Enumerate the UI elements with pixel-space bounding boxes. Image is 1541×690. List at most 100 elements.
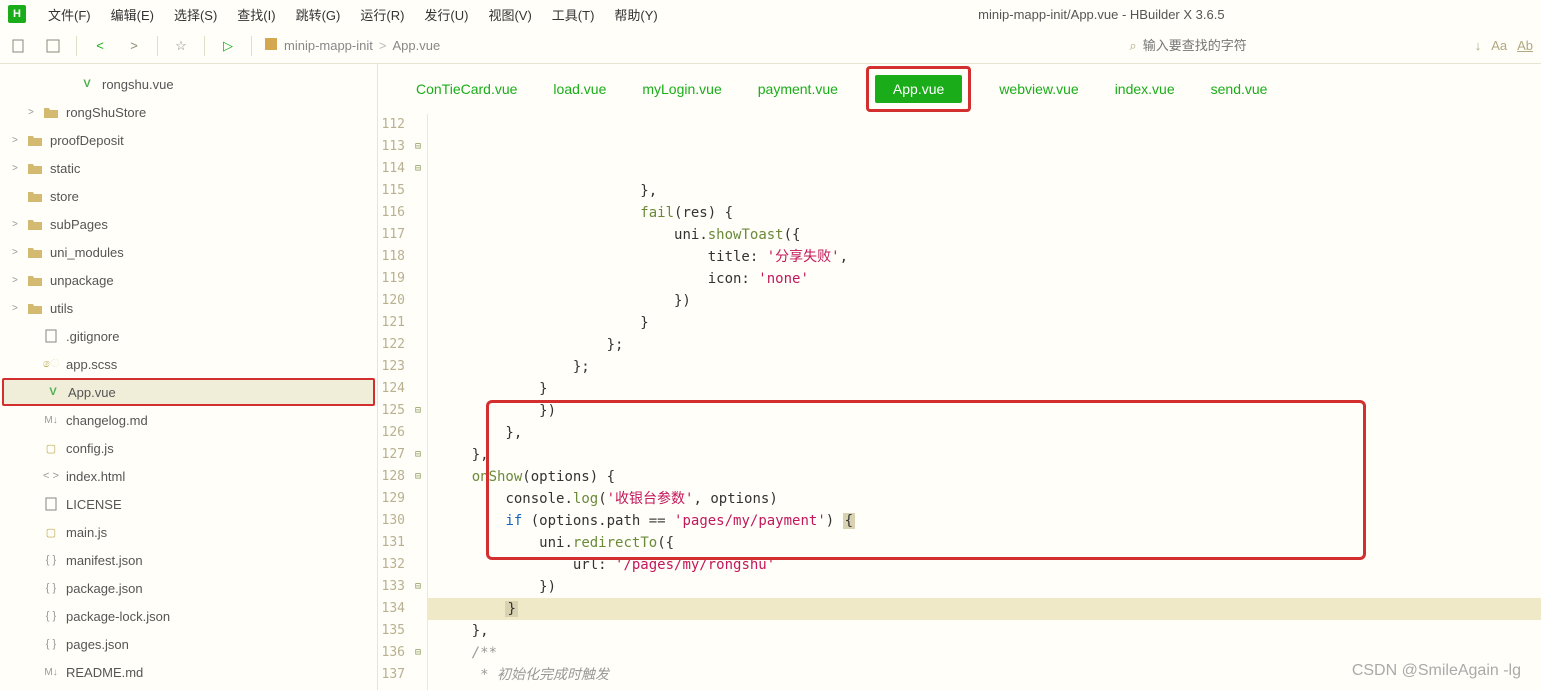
tree-file[interactable]: M↓README.md [0, 658, 377, 686]
expand-arrow-icon[interactable]: > [12, 247, 26, 258]
menu-item-5[interactable]: 运行(R) [350, 1, 414, 28]
expand-arrow-icon[interactable]: > [12, 163, 26, 174]
fold-icon[interactable]: ⊟ [409, 466, 421, 488]
nav-forward-icon[interactable]: > [123, 35, 145, 57]
editor-tab[interactable]: load.vue [535, 75, 624, 103]
tree-file[interactable]: LICENSE [0, 490, 377, 518]
fold-icon[interactable]: ⊟ [409, 136, 421, 158]
tree-file[interactable]: ▢main.js [0, 518, 377, 546]
tree-file[interactable]: M↓changelog.md [0, 406, 377, 434]
menu-item-3[interactable]: 查找(I) [227, 1, 285, 28]
menu-item-4[interactable]: 跳转(G) [286, 1, 351, 28]
nav-back-icon[interactable]: < [89, 35, 111, 57]
separator [251, 36, 252, 56]
gutter-line: 129 [378, 488, 421, 510]
menu-item-1[interactable]: 编辑(E) [101, 1, 164, 28]
code-line[interactable]: }, [428, 180, 1541, 202]
tree-folder[interactable]: >subPages [0, 210, 377, 238]
tree-folder[interactable]: store [0, 182, 377, 210]
code-line[interactable]: }; [428, 334, 1541, 356]
tree-file[interactable]: < >index.html [0, 462, 377, 490]
editor-tab[interactable]: send.vue [1193, 75, 1286, 103]
search-icon[interactable]: ⌕ [1129, 38, 1136, 54]
tree-file[interactable]: .gitignore [0, 322, 377, 350]
tree-file[interactable]: Vrongshu.vue [0, 70, 377, 98]
editor-tab[interactable]: ConTieCard.vue [398, 75, 535, 103]
gutter-line: 119 [378, 268, 421, 290]
code-line[interactable]: * 初始化完成时触发 [428, 664, 1541, 686]
code-line[interactable]: }) [428, 290, 1541, 312]
tree-folder[interactable]: >utils [0, 294, 377, 322]
code-line[interactable]: icon: 'none' [428, 268, 1541, 290]
code-line[interactable]: onShow(options) { [428, 466, 1541, 488]
code-line[interactable]: }, [428, 444, 1541, 466]
breadcrumb[interactable]: minip-mapp-init > App.vue [264, 37, 440, 54]
code-editor[interactable]: }, fail(res) { uni.showToast({ title: '分… [428, 114, 1541, 690]
gutter-line: 127⊟ [378, 444, 421, 466]
tree-folder[interactable]: >static [0, 154, 377, 182]
save-icon[interactable] [42, 35, 64, 57]
tree-folder[interactable]: >uni_modules [0, 238, 377, 266]
expand-arrow-icon[interactable]: > [12, 303, 26, 314]
code-line[interactable]: } [428, 378, 1541, 400]
fold-icon[interactable]: ⊟ [409, 576, 421, 598]
code-line[interactable]: } [428, 312, 1541, 334]
editor-tab[interactable]: App.vue [875, 75, 962, 103]
tree-folder[interactable]: >rongShuStore [0, 98, 377, 126]
code-line[interactable]: }; [428, 356, 1541, 378]
editor-tab[interactable]: myLogin.vue [624, 75, 739, 103]
code-line[interactable]: } [428, 598, 1541, 620]
file-explorer[interactable]: Vrongshu.vue>rongShuStore>proofDeposit>s… [0, 64, 378, 690]
tree-file[interactable]: { }manifest.json [0, 546, 377, 574]
tree-file[interactable]: ෙapp.scss [0, 350, 377, 378]
tree-folder[interactable]: >unpackage [0, 266, 377, 294]
search-input[interactable] [1143, 38, 1443, 53]
code-line[interactable]: if (options.path == 'pages/my/payment') … [428, 510, 1541, 532]
editor-tab[interactable]: payment.vue [740, 75, 856, 103]
word-icon[interactable]: Ab [1517, 38, 1533, 53]
star-icon[interactable]: ☆ [170, 35, 192, 57]
editor-tab[interactable]: index.vue [1097, 75, 1193, 103]
run-icon[interactable]: ▷ [217, 35, 239, 57]
fold-icon[interactable]: ⊟ [409, 642, 421, 664]
code-line[interactable]: uni.showToast({ [428, 224, 1541, 246]
tree-file[interactable]: VApp.vue [2, 378, 375, 406]
expand-arrow-icon[interactable]: > [12, 135, 26, 146]
code-line[interactable]: fail(res) { [428, 202, 1541, 224]
expand-arrow-icon[interactable]: > [28, 107, 42, 118]
code-line[interactable]: uni.redirectTo({ [428, 532, 1541, 554]
tree-file[interactable]: { }pages.json [0, 630, 377, 658]
fold-icon[interactable]: ⊟ [409, 158, 421, 180]
aa-icon[interactable]: Aa [1491, 38, 1507, 53]
code-line[interactable]: console.log('收银台参数', options) [428, 488, 1541, 510]
code-line[interactable]: }) [428, 576, 1541, 598]
code-line[interactable]: }) [428, 400, 1541, 422]
expand-arrow-icon[interactable]: > [12, 275, 26, 286]
code-line[interactable]: title: '分享失败', [428, 246, 1541, 268]
tree-item-label: package.json [66, 581, 143, 596]
gutter-line: 113⊟ [378, 136, 421, 158]
separator [76, 36, 77, 56]
editor-tab[interactable]: webview.vue [981, 75, 1096, 103]
code-line[interactable]: }, [428, 620, 1541, 642]
case-icon[interactable]: ↓ [1475, 38, 1482, 53]
fold-icon[interactable]: ⊟ [409, 400, 421, 422]
tree-folder[interactable]: >proofDeposit [0, 126, 377, 154]
menu-item-6[interactable]: 发行(U) [414, 1, 478, 28]
menu-item-9[interactable]: 帮助(Y) [604, 1, 667, 28]
code-line[interactable]: /** [428, 642, 1541, 664]
menu-item-2[interactable]: 选择(S) [164, 1, 227, 28]
vue-icon: V [78, 76, 96, 92]
expand-arrow-icon[interactable]: > [12, 219, 26, 230]
tree-file[interactable]: { }package.json [0, 574, 377, 602]
code-line[interactable]: */ [428, 686, 1541, 690]
code-line[interactable]: url: '/pages/my/rongshu' [428, 554, 1541, 576]
new-file-icon[interactable] [8, 35, 30, 57]
menu-item-0[interactable]: 文件(F) [38, 1, 101, 28]
menu-item-7[interactable]: 视图(V) [478, 1, 541, 28]
tree-file[interactable]: ▢config.js [0, 434, 377, 462]
tree-file[interactable]: { }package-lock.json [0, 602, 377, 630]
code-line[interactable]: }, [428, 422, 1541, 444]
menu-item-8[interactable]: 工具(T) [542, 1, 605, 28]
fold-icon[interactable]: ⊟ [409, 444, 421, 466]
